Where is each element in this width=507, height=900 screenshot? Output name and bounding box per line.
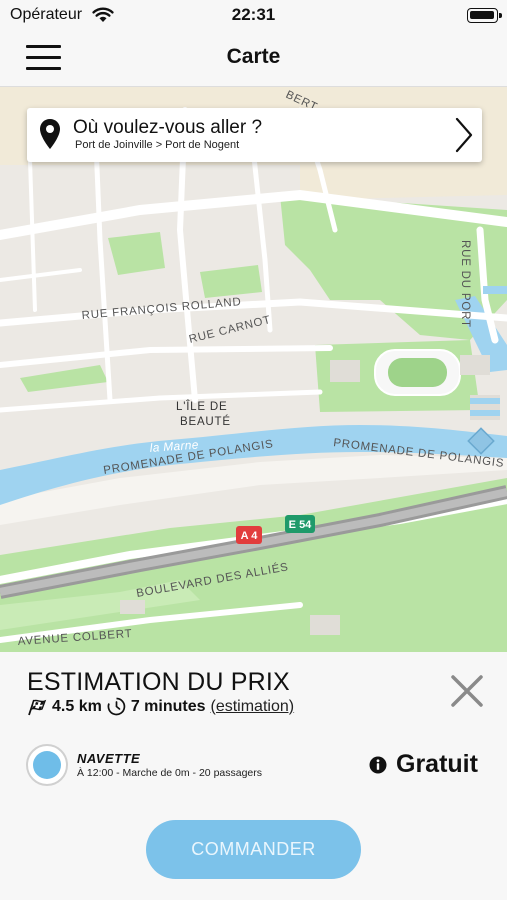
- trip-info: 4.5 km 7 minutes (estimation): [27, 697, 294, 716]
- checkered-flag-icon: [28, 699, 47, 715]
- estimate-title: ESTIMATION DU PRIX: [27, 668, 290, 696]
- navette-option-radio[interactable]: [26, 744, 68, 786]
- map-label-ile-1: L'ÎLE DE: [176, 400, 227, 413]
- close-icon[interactable]: [450, 674, 484, 708]
- chevron-right-icon[interactable]: [454, 116, 474, 154]
- map-pin-icon: [40, 119, 60, 149]
- estimation-link[interactable]: (estimation): [211, 698, 295, 716]
- map-label-rue-du-port: RUE DU PORT: [459, 240, 471, 328]
- trip-distance: 4.5 km: [52, 697, 102, 715]
- estimate-panel: ESTIMATION DU PRIX 4.5 km 7 minutes (est…: [0, 652, 507, 900]
- option-name: NAVETTE: [77, 751, 141, 766]
- a4-shield-label: A 4: [241, 530, 259, 542]
- radio-selected-dot: [33, 751, 61, 779]
- map-label-ile-2: BEAUTÉ: [180, 415, 231, 428]
- info-icon[interactable]: [369, 756, 387, 774]
- e54-shield-label: E 54: [289, 519, 313, 531]
- order-button[interactable]: COMMANDER: [146, 820, 361, 879]
- map-view[interactable]: A 4 E 54 RUE FRANÇOIS ROLLAND RUE CARNOT…: [0, 87, 507, 652]
- map-canvas[interactable]: A 4 E 54 RUE FRANÇOIS ROLLAND RUE CARNOT…: [0, 87, 507, 652]
- clock-icon: [107, 697, 126, 716]
- search-title: Où voulez-vous aller ?: [73, 117, 263, 138]
- page-title: Carte: [226, 45, 281, 68]
- navigation-bar: Carte: [0, 30, 507, 87]
- option-price: Gratuit: [396, 750, 478, 778]
- search-route: Port de Joinville > Port de Nogent: [75, 139, 240, 151]
- battery-icon: [467, 8, 502, 23]
- option-detail: À 12:00 - Marche de 0m - 20 passagers: [77, 767, 263, 779]
- status-time: 22:31: [231, 5, 276, 24]
- destination-search[interactable]: Où voulez-vous aller ? Port de Joinville…: [27, 108, 482, 162]
- trip-duration: 7 minutes: [130, 697, 206, 715]
- status-bar: Opérateur 22:31: [0, 0, 507, 30]
